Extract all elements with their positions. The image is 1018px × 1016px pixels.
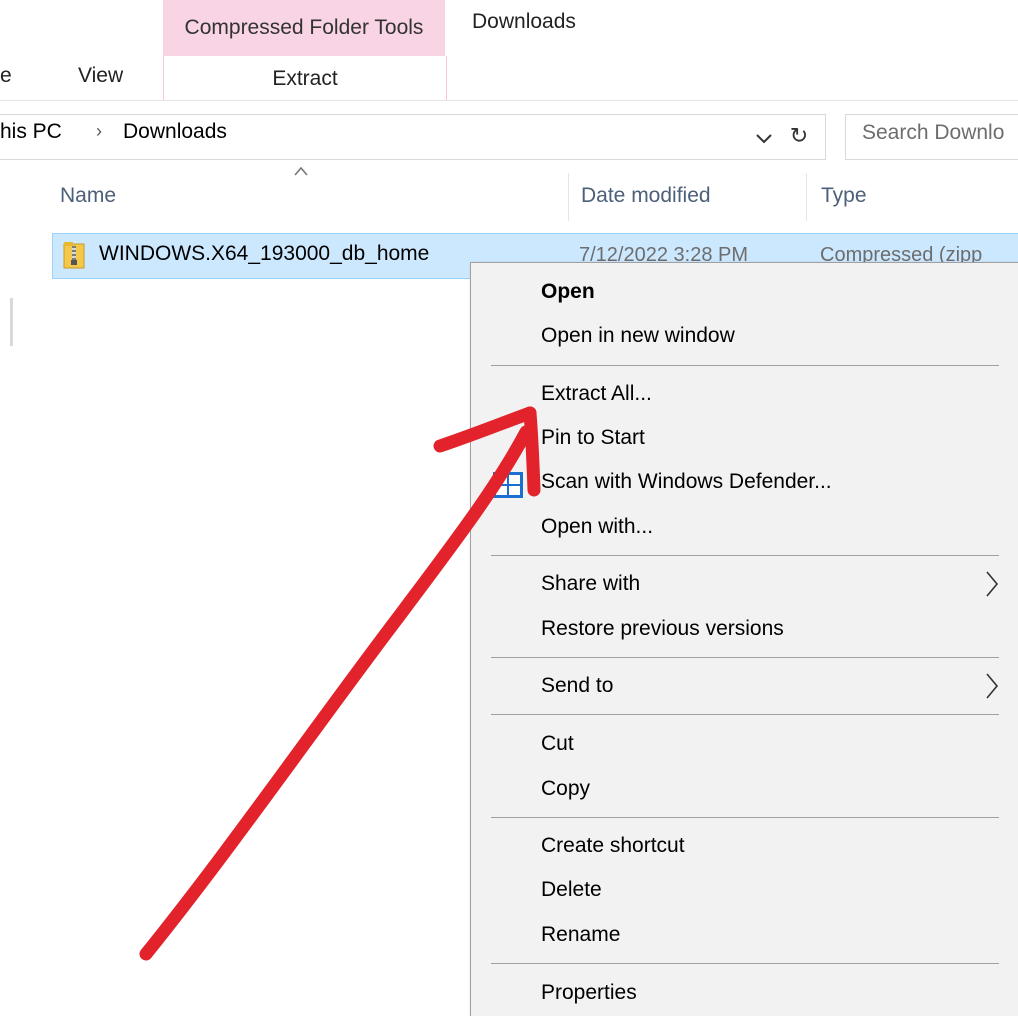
- menu-item-delete[interactable]: Delete: [541, 878, 602, 902]
- menu-item-copy[interactable]: Copy: [541, 777, 590, 801]
- column-header-date-modified[interactable]: Date modified: [581, 184, 711, 208]
- search-placeholder: Search Downlo: [862, 121, 1005, 144]
- menu-item-cut[interactable]: Cut: [541, 732, 574, 756]
- column-divider[interactable]: [568, 173, 569, 221]
- menu-item-properties[interactable]: Properties: [541, 981, 637, 1005]
- menu-item-share-with[interactable]: Share with: [541, 572, 640, 596]
- menu-item-scan-defender[interactable]: Scan with Windows Defender...: [541, 470, 832, 494]
- chevron-right-icon: [986, 571, 999, 597]
- column-header-type[interactable]: Type: [821, 184, 867, 208]
- menu-item-create-shortcut[interactable]: Create shortcut: [541, 834, 685, 858]
- column-divider[interactable]: [806, 173, 807, 221]
- tab-extract[interactable]: Extract: [163, 56, 447, 101]
- menu-item-send-to[interactable]: Send to: [541, 674, 613, 698]
- sort-ascending-icon: [294, 166, 308, 176]
- menu-separator: [491, 817, 999, 818]
- windows-defender-shield-icon: [493, 472, 523, 498]
- menu-item-extract-all[interactable]: Extract All...: [541, 382, 652, 406]
- refresh-icon[interactable]: ↻: [786, 123, 812, 151]
- window-title: Downloads: [472, 10, 576, 33]
- chevron-down-icon[interactable]: [752, 126, 776, 150]
- ribbon-divider: [0, 100, 1018, 101]
- breadcrumb-chevron-icon[interactable]: ›: [96, 121, 102, 142]
- zip-folder-icon: [63, 242, 85, 269]
- menu-separator: [491, 963, 999, 964]
- menu-separator: [491, 365, 999, 366]
- menu-item-rename[interactable]: Rename: [541, 923, 620, 947]
- menu-item-open-new-window[interactable]: Open in new window: [541, 324, 735, 348]
- menu-item-open[interactable]: Open: [541, 280, 595, 304]
- menu-separator: [491, 555, 999, 556]
- menu-separator: [491, 714, 999, 715]
- menu-item-pin-to-start[interactable]: Pin to Start: [541, 426, 645, 450]
- nav-pane-scrollbar[interactable]: [10, 298, 13, 346]
- compressed-folder-tools-tab-group: Compressed Folder Tools: [163, 0, 445, 56]
- tab-view[interactable]: View: [78, 64, 123, 88]
- menu-item-open-with[interactable]: Open with...: [541, 515, 653, 539]
- file-name[interactable]: WINDOWS.X64_193000_db_home: [99, 242, 429, 266]
- breadcrumb-this-pc[interactable]: his PC: [0, 120, 62, 144]
- chevron-right-icon: [986, 673, 999, 699]
- menu-separator: [491, 657, 999, 658]
- menu-item-restore-previous-versions[interactable]: Restore previous versions: [541, 617, 784, 641]
- column-header-name[interactable]: Name: [60, 184, 116, 208]
- tab-share-partial[interactable]: e: [0, 64, 12, 88]
- breadcrumb-downloads[interactable]: Downloads: [123, 120, 227, 144]
